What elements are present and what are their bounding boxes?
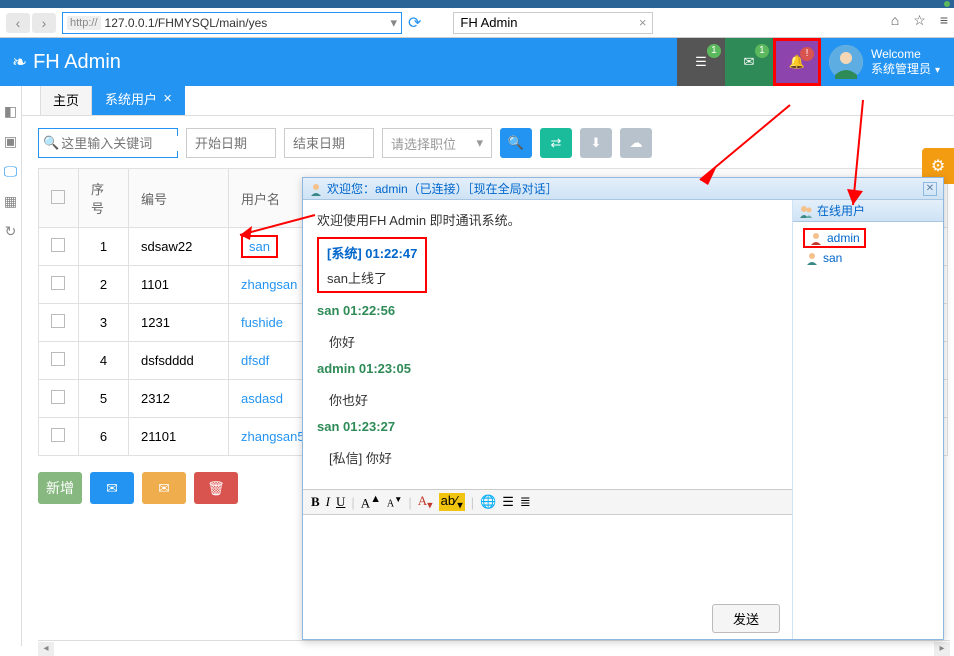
row-checkbox[interactable] xyxy=(51,428,65,442)
position-select[interactable]: 请选择职位 ▾ xyxy=(382,128,492,158)
online-user-san[interactable]: san xyxy=(803,248,933,268)
username-link[interactable]: zhangsan xyxy=(241,277,297,292)
chevron-down-icon: ▾ xyxy=(935,65,940,76)
search-button[interactable]: 🔍 xyxy=(500,128,532,158)
message-list: 欢迎使用FH Admin 即时通讯系统。 [系统] 01:22:47 san上线… xyxy=(303,200,792,489)
row-checkbox[interactable] xyxy=(51,314,65,328)
keyword-search[interactable]: 🔍 xyxy=(38,128,178,158)
start-date-input[interactable] xyxy=(186,128,276,158)
swap-button[interactable]: ⇄ xyxy=(540,128,572,158)
chevron-down-icon[interactable]: ▾ xyxy=(390,15,397,31)
refresh-icon[interactable]: ⟳ xyxy=(408,13,421,33)
url-input[interactable]: http:// 127.0.0.1/FHMYSQL/main/yes ▾ xyxy=(62,12,402,34)
search-icon: 🔍 xyxy=(43,135,59,151)
avatar xyxy=(829,45,863,79)
mail-button-2[interactable]: ✉ xyxy=(90,472,134,504)
swap-icon: ⇄ xyxy=(551,135,562,151)
leaf-icon: ❧ xyxy=(12,52,27,73)
tab-close-icon[interactable]: × xyxy=(639,15,647,30)
search-icon: 🔍 xyxy=(508,135,524,151)
ordered-list-button[interactable]: ☰ xyxy=(502,494,514,510)
unordered-list-button[interactable]: ≣ xyxy=(520,494,531,510)
cycle-icon[interactable]: ↻ xyxy=(2,222,20,240)
tab-home[interactable]: 主页 xyxy=(40,83,92,115)
close-icon[interactable]: ✕ xyxy=(163,92,172,105)
envelope-icon: ✉ xyxy=(744,54,755,70)
image-icon[interactable]: ▣ xyxy=(2,132,20,150)
users-icon xyxy=(799,204,813,218)
annotation-arrow xyxy=(845,95,905,218)
italic-button[interactable]: I xyxy=(326,494,330,510)
editor-toolbar: B I U | A▲ A▼ | A▾ ab⁄▾ | 🌐 ☰ ≣ xyxy=(303,489,792,515)
star-icon[interactable]: ☆ xyxy=(913,12,926,29)
user-icon xyxy=(809,231,823,245)
menu-icon[interactable]: ≡ xyxy=(940,12,948,29)
bold-button[interactable]: B xyxy=(311,494,320,510)
font-color-button[interactable]: A▾ xyxy=(418,493,433,512)
chevron-down-icon: ▾ xyxy=(476,135,483,151)
end-date-input[interactable] xyxy=(284,128,374,158)
list-icon: ☰ xyxy=(695,54,707,70)
font-increase-button[interactable]: A▲ xyxy=(361,493,381,511)
trash-icon: 🗑 xyxy=(207,480,225,497)
username-link[interactable]: asdasd xyxy=(241,391,283,406)
mail-button[interactable]: ✉ 1 xyxy=(725,38,773,86)
delete-button[interactable]: 🗑 xyxy=(194,472,238,504)
browser-tab[interactable]: FH Admin × xyxy=(453,12,653,34)
row-checkbox[interactable] xyxy=(51,352,65,366)
envelope-icon: ✉ xyxy=(106,480,118,497)
notifications-button[interactable]: 🔔 ! xyxy=(773,38,821,86)
close-button[interactable]: ✕ xyxy=(923,182,937,196)
window-controls: ⌂ ☆ ≡ xyxy=(891,12,948,29)
cloud-upload-icon: ☁ xyxy=(630,135,643,151)
row-checkbox[interactable] xyxy=(51,276,65,290)
underline-button[interactable]: U xyxy=(336,494,345,510)
chat-window: 欢迎您：admin（已连接）［现在全局对话］ ✕ 欢迎使用FH Admin 即时… xyxy=(302,177,944,640)
dashboard-icon[interactable]: ◧ xyxy=(2,102,20,120)
envelope-icon: ✉ xyxy=(158,480,170,497)
select-all-checkbox[interactable] xyxy=(51,190,65,204)
grid-icon[interactable]: ▦ xyxy=(2,192,20,210)
system-message: [系统] 01:22:47 san上线了 xyxy=(317,237,427,293)
home-icon[interactable]: ⌂ xyxy=(891,12,899,29)
send-button[interactable]: 发送 xyxy=(712,604,780,633)
upload-button[interactable]: ☁ xyxy=(620,128,652,158)
user-icon xyxy=(309,182,323,196)
download-icon: ⬇ xyxy=(591,135,602,151)
annotation-arrow xyxy=(230,210,320,253)
address-bar: ‹ › http:// 127.0.0.1/FHMYSQL/main/yes ▾… xyxy=(0,8,954,38)
row-checkbox[interactable] xyxy=(51,238,65,252)
gear-icon: ⚙ xyxy=(931,156,945,176)
username-link[interactable]: fushide xyxy=(241,315,283,330)
sms-button[interactable]: ✉ xyxy=(142,472,186,504)
app-header: ❧ FH Admin ☰ 1 ✉ 1 🔔 ! Welcome 系统管理员▾ xyxy=(0,38,954,86)
highlight-button[interactable]: ab⁄▾ xyxy=(439,493,465,512)
tab-system-users[interactable]: 系统用户 ✕ xyxy=(92,82,185,115)
app-title: FH Admin xyxy=(33,51,121,74)
horizontal-scrollbar[interactable]: ◂ ▸ xyxy=(38,640,950,656)
user-menu[interactable]: Welcome 系统管理员▾ xyxy=(821,38,954,86)
add-button[interactable]: 新增 xyxy=(38,472,82,504)
sidebar-rail: ◧ ▣ 🖵 ▦ ↻ xyxy=(0,86,22,646)
username-link[interactable]: dfsdf xyxy=(241,353,269,368)
annotation-arrow xyxy=(690,100,810,193)
message-input[interactable] xyxy=(309,521,786,601)
scroll-left-button[interactable]: ◂ xyxy=(38,642,54,656)
scroll-right-button[interactable]: ▸ xyxy=(934,642,950,656)
back-button[interactable]: ‹ xyxy=(6,13,30,33)
online-user-admin[interactable]: admin xyxy=(803,228,866,248)
desktop-icon[interactable]: 🖵 xyxy=(2,162,20,180)
link-button[interactable]: 🌐 xyxy=(480,494,496,510)
page-tabs: 主页 系统用户 ✕ xyxy=(0,86,954,116)
tasks-button[interactable]: ☰ 1 xyxy=(677,38,725,86)
user-icon xyxy=(805,251,819,265)
forward-button[interactable]: › xyxy=(32,13,56,33)
row-checkbox[interactable] xyxy=(51,390,65,404)
download-button[interactable]: ⬇ xyxy=(580,128,612,158)
font-decrease-button[interactable]: A▼ xyxy=(387,494,402,509)
